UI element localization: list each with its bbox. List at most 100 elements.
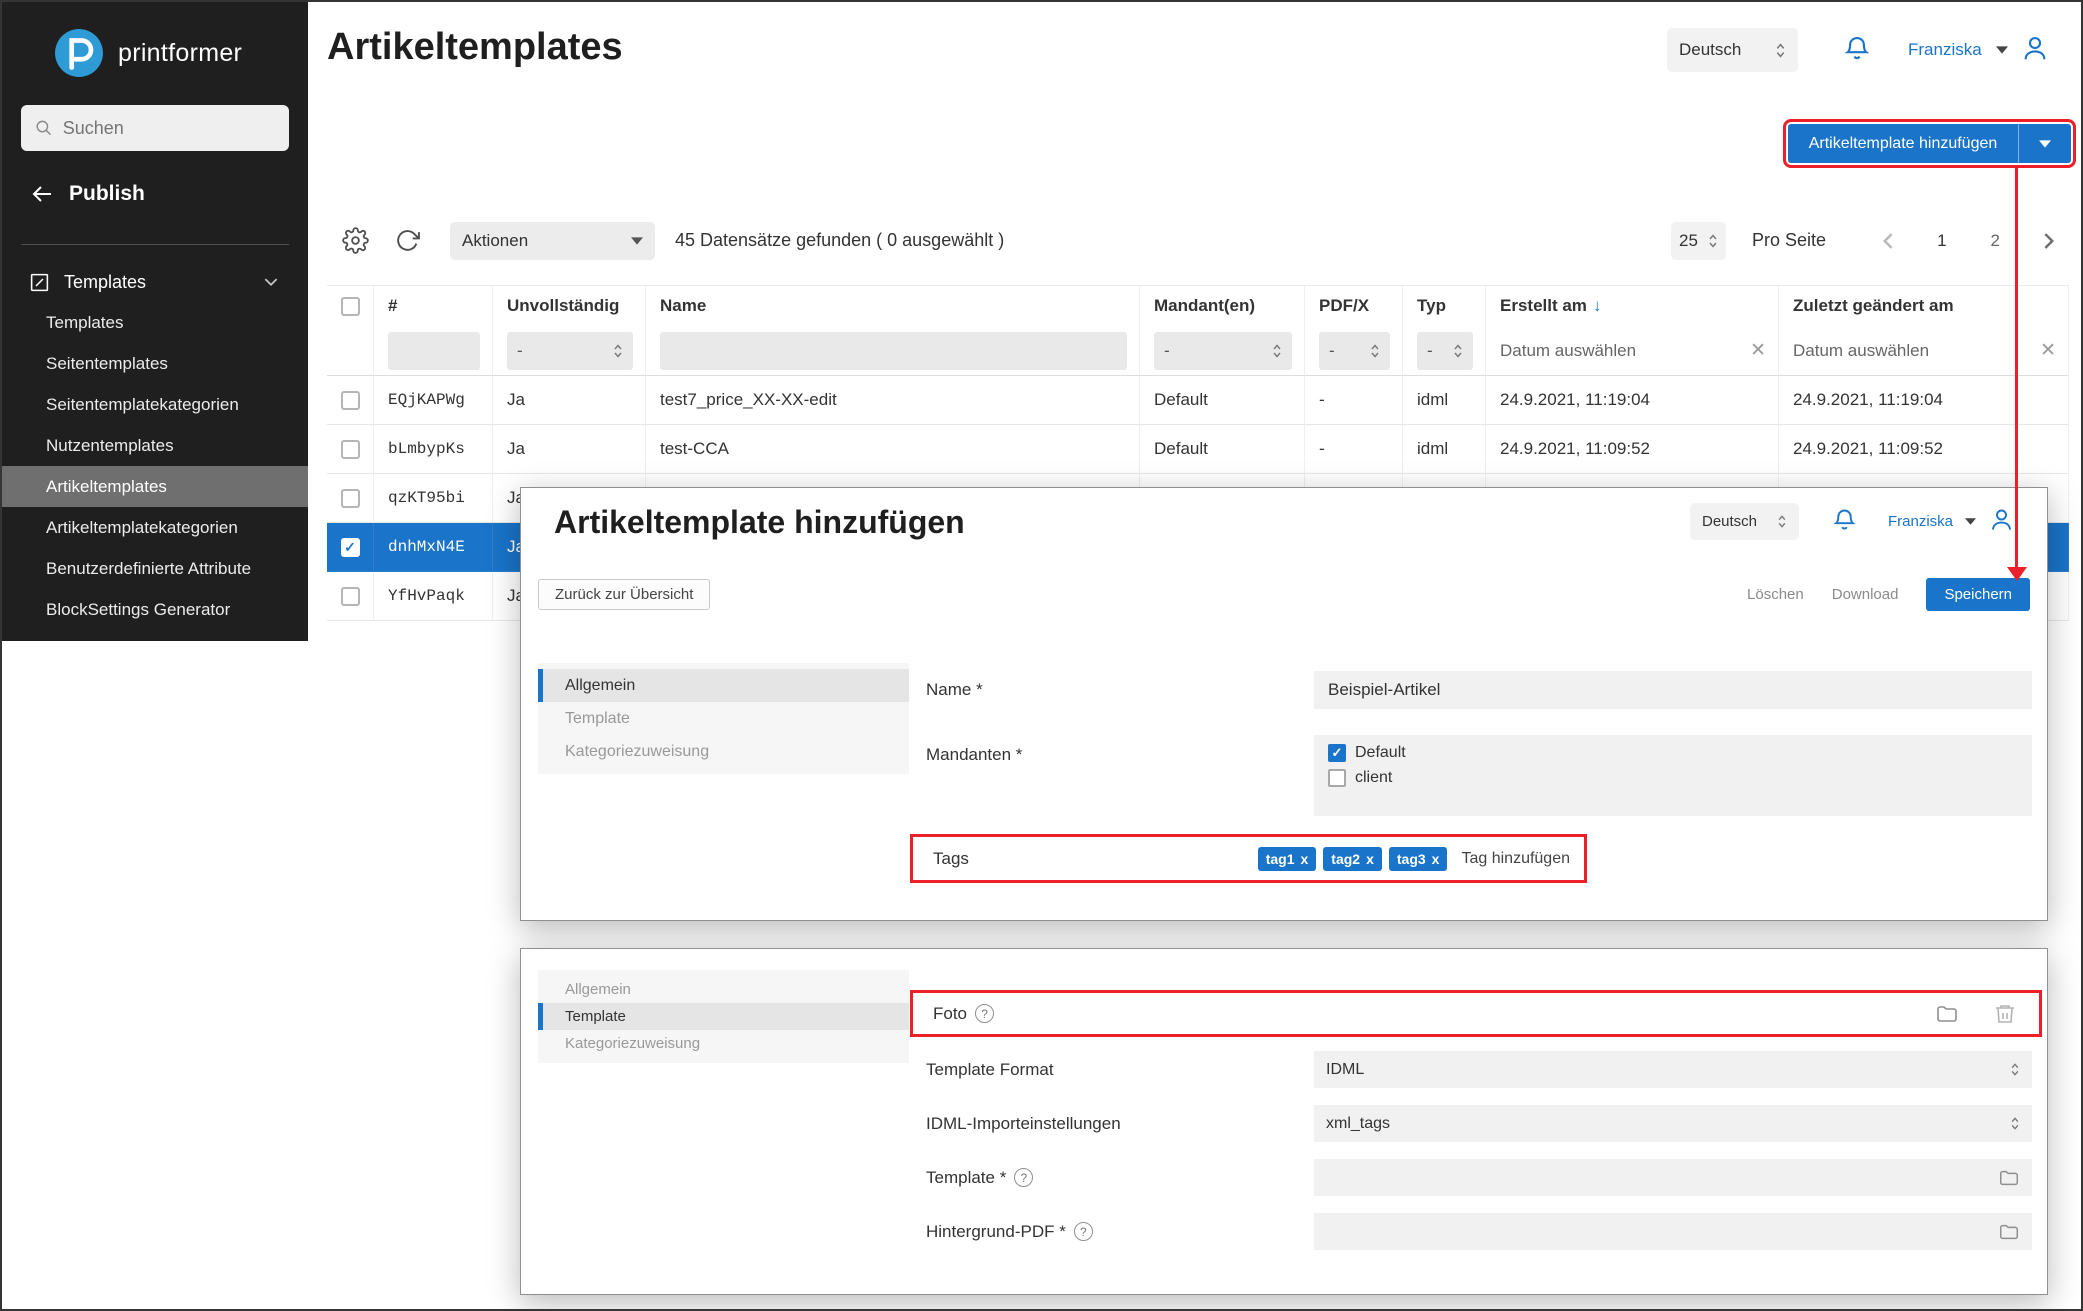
filter-name-input[interactable]: [660, 332, 1127, 370]
sidebar-item-artikeltemplates[interactable]: Artikeltemplates: [2, 466, 308, 507]
user-name[interactable]: Franziska: [1908, 40, 1982, 60]
name-input[interactable]: [1314, 671, 2032, 709]
settings-gear-icon[interactable]: [342, 227, 369, 254]
template-format-select[interactable]: IDML: [1314, 1051, 2032, 1088]
filter-pdfx-select[interactable]: -: [1319, 332, 1390, 370]
search-input[interactable]: [63, 118, 275, 139]
row-checkbox[interactable]: [341, 440, 360, 459]
row-checkbox[interactable]: [341, 587, 360, 606]
column-header-typ[interactable]: Typ: [1403, 286, 1486, 326]
column-header-name[interactable]: Name: [646, 286, 1140, 326]
cell-typ: idml: [1403, 376, 1486, 425]
mandanten-option-default[interactable]: Default: [1328, 744, 2018, 762]
tag-chip[interactable]: tag2 x: [1323, 847, 1382, 871]
template-file-input[interactable]: [1314, 1159, 2032, 1196]
column-header-unvollstaendig[interactable]: Unvollständig: [493, 286, 646, 326]
checkbox-checked-icon[interactable]: [1328, 744, 1346, 762]
pagination-page-2[interactable]: 2: [1991, 231, 2000, 251]
panel-tabs: Allgemein Template Kategoriezuweisung: [538, 970, 909, 1063]
column-header-id[interactable]: #: [374, 286, 493, 326]
remove-tag-icon[interactable]: x: [1366, 851, 1374, 867]
sidebar-item-templates[interactable]: Templates: [2, 302, 308, 343]
sidebar-search[interactable]: [21, 105, 289, 151]
refresh-icon[interactable]: [395, 228, 420, 253]
user-chevron-icon[interactable]: [1965, 518, 1976, 525]
tag-chip[interactable]: tag1 x: [1258, 847, 1317, 871]
language-select[interactable]: Deutsch: [1667, 28, 1798, 72]
filter-unvollstaendig-select[interactable]: -: [507, 332, 633, 370]
mandanten-option-client[interactable]: client: [1328, 769, 2018, 787]
add-artikeltemplate-button[interactable]: Artikeltemplate hinzufügen: [1788, 124, 2071, 163]
row-checkbox[interactable]: [341, 391, 360, 410]
tab-template[interactable]: Template: [538, 702, 909, 735]
help-icon[interactable]: ?: [975, 1004, 994, 1023]
button-caret-icon[interactable]: [2019, 140, 2071, 148]
filter-mandant-select[interactable]: -: [1154, 332, 1292, 370]
filter-erstellt-datepicker[interactable]: Datum auswählen ✕: [1500, 339, 1766, 362]
cell-pdfx: -: [1305, 376, 1403, 425]
background-pdf-input[interactable]: [1314, 1213, 2032, 1250]
sidebar-item-artikeltemplatekategorien[interactable]: Artikeltemplatekategorien: [2, 507, 308, 548]
filter-typ-select[interactable]: -: [1417, 332, 1473, 370]
tab-kategoriezuweisung[interactable]: Kategoriezuweisung: [538, 735, 909, 768]
column-header-mandant[interactable]: Mandant(en): [1140, 286, 1305, 326]
sort-desc-icon[interactable]: ↓: [1593, 296, 1602, 316]
modal-language-select[interactable]: Deutsch: [1690, 503, 1799, 540]
cell-id: EQjKAPWg: [374, 376, 493, 425]
table-row[interactable]: bLmbypKs Ja test-CCA Default - idml 24.9…: [327, 425, 2069, 474]
column-header-zuletzt-geaendert[interactable]: Zuletzt geändert am: [1779, 286, 2069, 326]
help-icon[interactable]: ?: [1074, 1222, 1093, 1241]
idml-import-select[interactable]: xml_tags: [1314, 1105, 2032, 1142]
sidebar-item-benutzerdefinierte-attribute[interactable]: Benutzerdefinierte Attribute: [2, 548, 308, 589]
actions-select[interactable]: Aktionen: [450, 222, 655, 260]
sidebar-item-nutzentemplates[interactable]: Nutzentemplates: [2, 425, 308, 466]
filter-id-input[interactable]: [388, 332, 480, 370]
clear-date-icon[interactable]: ✕: [1750, 339, 1766, 362]
download-button[interactable]: Download: [1832, 586, 1899, 603]
select-updown-icon: [1777, 514, 1787, 529]
browse-folder-icon[interactable]: [1998, 1167, 2020, 1189]
table-row[interactable]: EQjKAPWg Ja test7_price_XX-XX-edit Defau…: [327, 376, 2069, 425]
page-size-select[interactable]: 25: [1671, 222, 1726, 260]
idml-import-label: IDML-Importeinstellungen: [926, 1114, 1314, 1134]
column-header-pdfx[interactable]: PDF/X: [1305, 286, 1403, 326]
row-checkbox[interactable]: [341, 489, 360, 508]
tab-kategoriezuweisung[interactable]: Kategoriezuweisung: [538, 1030, 909, 1057]
mandanten-field-row: Mandanten * Default client: [926, 735, 2032, 816]
checkbox-unchecked-icon[interactable]: [1328, 769, 1346, 787]
cell-mandant: Default: [1140, 376, 1305, 425]
user-chevron-icon[interactable]: [1996, 46, 2008, 54]
back-to-overview-button[interactable]: Zurück zur Übersicht: [538, 579, 710, 610]
sidebar-item-blocksettings-generator[interactable]: BlockSettings Generator: [2, 589, 308, 630]
user-avatar-icon[interactable]: [1988, 506, 2015, 538]
add-tag-button[interactable]: Tag hinzufügen: [1461, 850, 1570, 868]
remove-tag-icon[interactable]: x: [1432, 851, 1440, 867]
remove-tag-icon[interactable]: x: [1300, 851, 1308, 867]
delete-button[interactable]: Löschen: [1747, 586, 1804, 603]
row-checkbox[interactable]: [341, 538, 360, 557]
notifications-bell-icon[interactable]: [1842, 33, 1872, 68]
tag-chip[interactable]: tag3 x: [1389, 847, 1448, 871]
select-all-checkbox[interactable]: [341, 297, 360, 316]
help-icon[interactable]: ?: [1014, 1168, 1033, 1187]
column-header-erstellt-am[interactable]: Erstellt am ↓: [1486, 286, 1779, 326]
foto-delete-trash-icon[interactable]: [1993, 1002, 2017, 1026]
tab-allgemein[interactable]: Allgemein: [538, 669, 909, 702]
sidebar-group-templates[interactable]: Templates: [2, 260, 308, 304]
foto-upload-folder-icon[interactable]: [1935, 1002, 1959, 1026]
clear-date-icon[interactable]: ✕: [2040, 339, 2056, 362]
pagination-next-icon[interactable]: [2044, 232, 2055, 250]
save-button[interactable]: Speichern: [1926, 578, 2030, 611]
sidebar-item-seitentemplates[interactable]: Seitentemplates: [2, 343, 308, 384]
tab-template[interactable]: Template: [538, 1003, 909, 1030]
user-avatar-icon[interactable]: [2020, 33, 2050, 68]
back-arrow-icon[interactable]: [31, 182, 55, 206]
user-name[interactable]: Franziska: [1888, 513, 1953, 530]
notifications-bell-icon[interactable]: [1831, 506, 1858, 538]
tab-allgemein[interactable]: Allgemein: [538, 976, 909, 1003]
browse-folder-icon[interactable]: [1998, 1221, 2020, 1243]
publish-section[interactable]: Publish: [31, 182, 145, 206]
pagination-prev-icon[interactable]: [1882, 232, 1893, 250]
pagination-page-1[interactable]: 1: [1937, 231, 1946, 251]
sidebar-item-seitentemplatekategorien[interactable]: Seitentemplatekategorien: [2, 384, 308, 425]
